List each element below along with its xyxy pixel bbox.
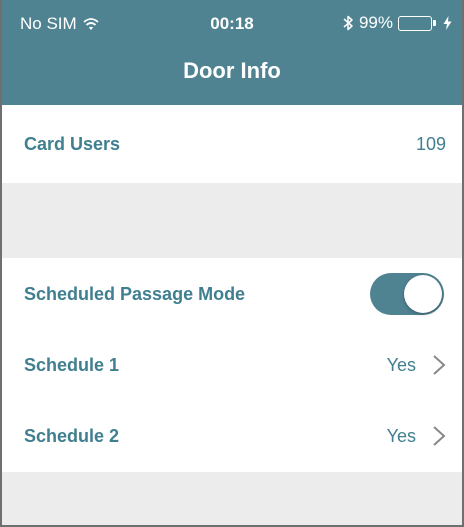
- app-screen: No SIM 00:18 99% Door Info Card Users 10…: [0, 0, 464, 527]
- schedule-2-value: Yes: [386, 425, 416, 446]
- chevron-right-icon: [433, 355, 446, 375]
- status-bar: No SIM 00:18 99%: [2, 0, 462, 40]
- scheduled-passage-label: Scheduled Passage Mode: [24, 283, 246, 304]
- chevron-right-icon: [433, 426, 446, 446]
- navigation-header: No SIM 00:18 99% Door Info: [2, 0, 462, 105]
- battery-percent: 99%: [358, 13, 393, 32]
- schedule-2-row[interactable]: Schedule 2 Yes: [2, 400, 462, 472]
- card-users-count: 109: [415, 133, 446, 154]
- schedule-1-value: Yes: [386, 354, 416, 375]
- bluetooth-icon: [343, 15, 353, 31]
- scheduled-passage-row: Scheduled Passage Mode: [2, 258, 462, 330]
- schedule-1-label: Schedule 1: [24, 354, 120, 375]
- battery-icon: [398, 15, 436, 31]
- schedule-1-row[interactable]: Schedule 1 Yes: [2, 330, 462, 400]
- charging-bolt-icon: [443, 16, 452, 30]
- scheduled-passage-toggle[interactable]: [370, 273, 444, 315]
- toggle-knob: [404, 275, 442, 313]
- card-users-row[interactable]: Card Users 109: [2, 105, 462, 183]
- card-users-label: Card Users: [24, 133, 121, 154]
- page-title: Door Info: [183, 58, 281, 83]
- system-status: 99%: [342, 13, 452, 33]
- schedule-2-label: Schedule 2: [24, 425, 120, 446]
